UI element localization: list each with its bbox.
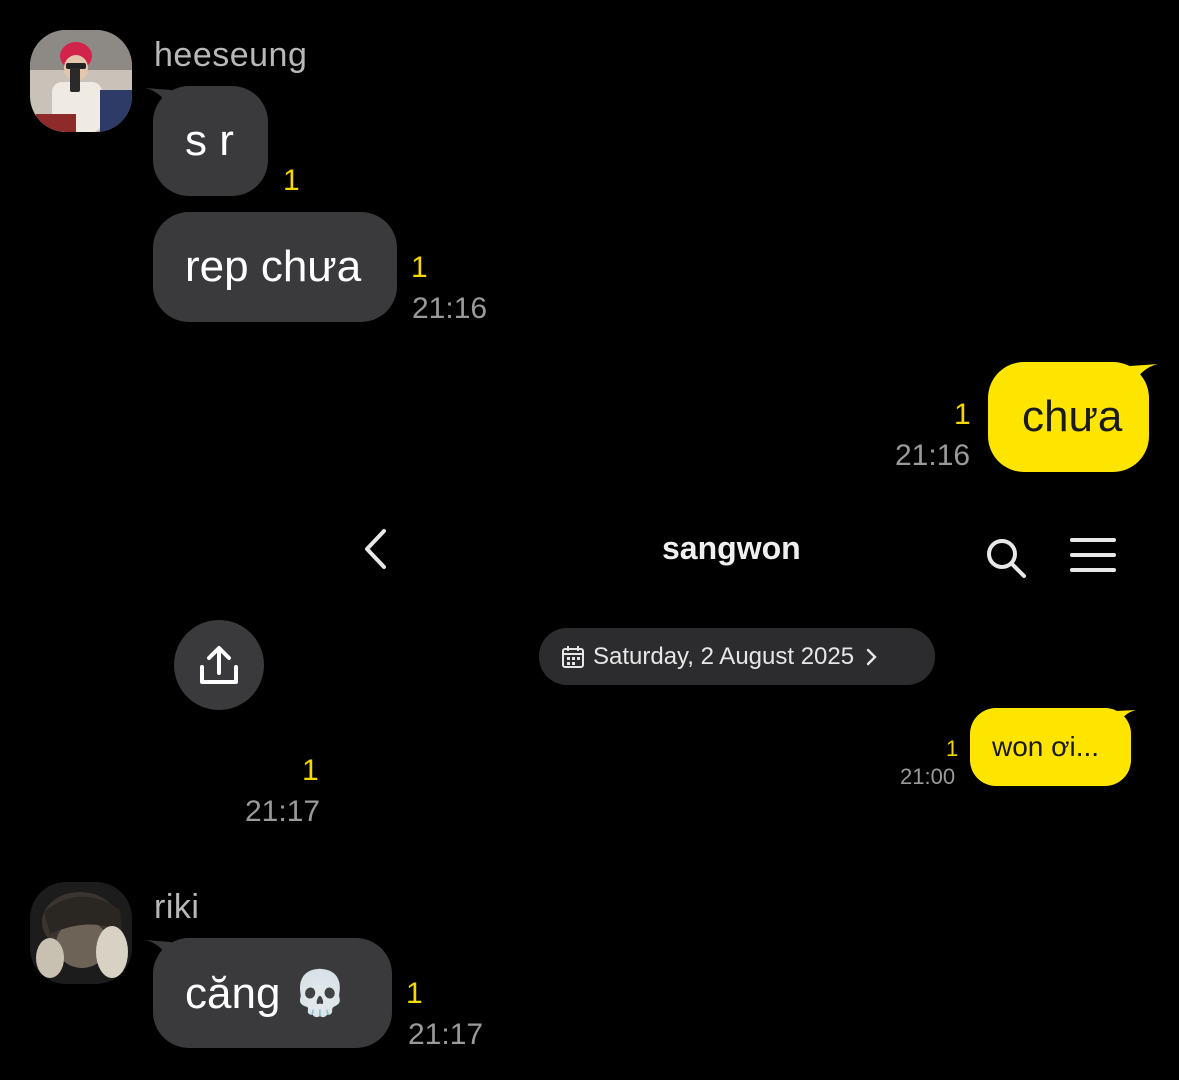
share-button[interactable] (174, 620, 264, 710)
chat-title: sangwon (662, 530, 801, 566)
unread-count: 1 (954, 398, 971, 431)
unread-count: 1 (946, 736, 959, 761)
search-icon[interactable] (984, 536, 1028, 580)
unread-count: 1 (411, 251, 428, 284)
date-divider[interactable]: Saturday, 2 August 2025 (539, 628, 935, 685)
message-text: chưa (1022, 392, 1123, 441)
avatar-heeseung-image (30, 30, 132, 132)
message-time: 21:00 (900, 764, 956, 789)
message-time: 21:16 (895, 439, 971, 472)
message-bubble-outgoing[interactable]: chưa (988, 362, 1149, 472)
sender-name: riki (154, 888, 200, 926)
date-label: Saturday, 2 August 2025 (593, 642, 855, 670)
avatar-riki-image (30, 882, 132, 984)
chevron-left-icon[interactable] (360, 528, 392, 570)
message-text: rep chưa (185, 242, 362, 291)
sender-name: heeseung (154, 36, 308, 74)
message-time: 21:16 (412, 292, 488, 325)
share-upload-icon (200, 646, 238, 684)
message-bubble[interactable]: căng 💀 (153, 938, 392, 1048)
unread-count: 1 (302, 754, 319, 787)
menu-icon[interactable] (1070, 536, 1116, 574)
message-text: căng 💀 (185, 969, 348, 1018)
message-text: s r (185, 116, 234, 165)
avatar-heeseung[interactable] (30, 30, 132, 132)
message-text: won ơi... (992, 731, 1100, 762)
message-time: 21:17 (245, 795, 321, 828)
message-time: 21:17 (408, 1018, 484, 1051)
message-bubble[interactable]: s r (153, 86, 268, 196)
calendar-icon (562, 645, 584, 668)
message-bubble-outgoing[interactable]: won ơi... (970, 708, 1131, 786)
chevron-right-icon (866, 648, 877, 665)
unread-count: 1 (406, 977, 423, 1010)
avatar-riki[interactable] (30, 882, 132, 984)
message-bubble[interactable]: rep chưa (153, 212, 397, 322)
unread-count: 1 (283, 164, 300, 197)
